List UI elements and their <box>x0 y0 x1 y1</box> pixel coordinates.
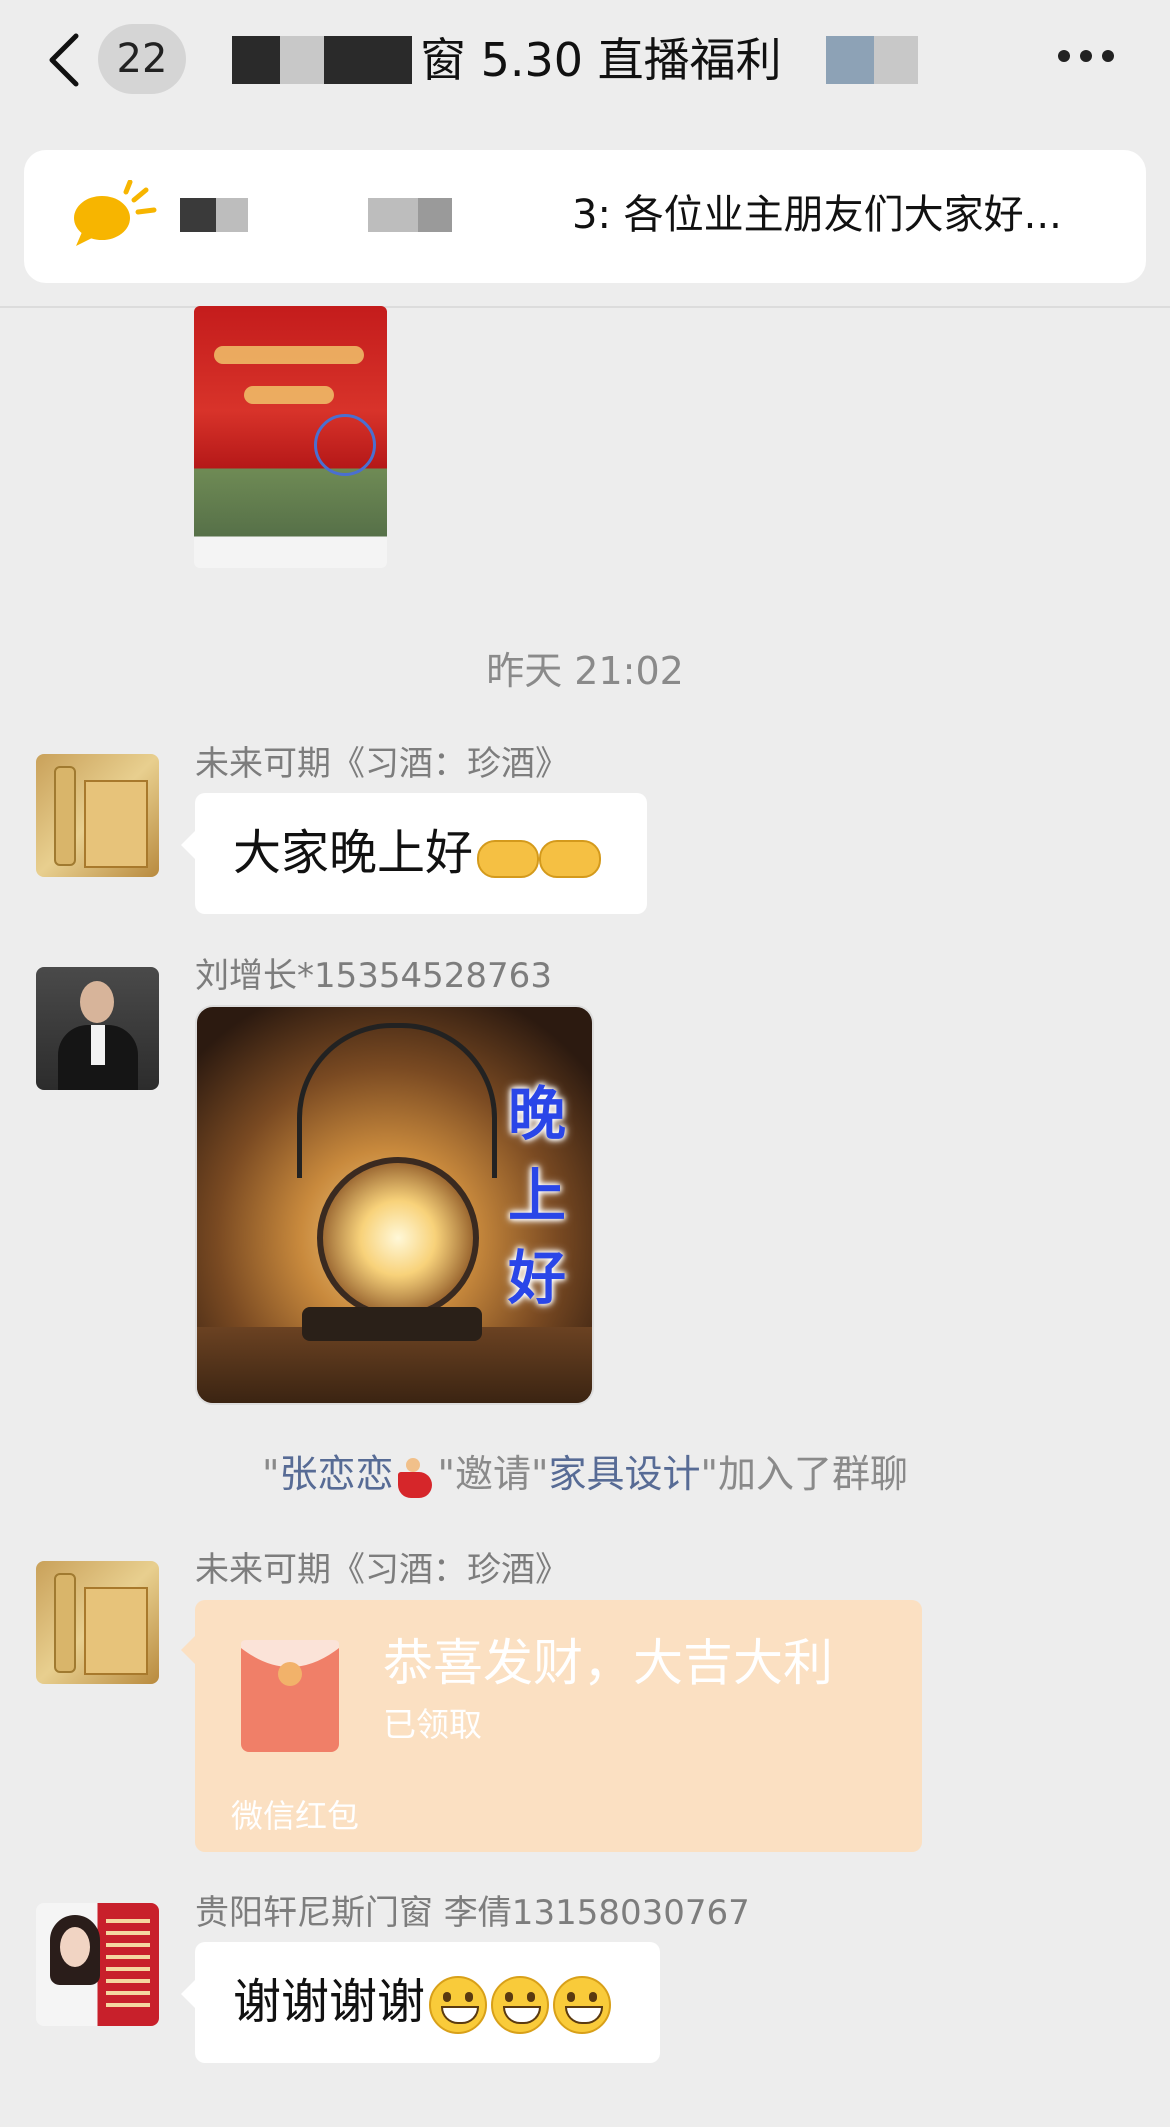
lantern-sticker[interactable]: 晚 上 好 <box>195 1005 594 1405</box>
redacted-block <box>324 36 412 84</box>
avatar[interactable] <box>36 967 159 1090</box>
divider <box>0 306 1170 308</box>
sender-name: 刘增长*15354528763 <box>195 956 552 996</box>
next-sender-name-cutoff <box>195 2102 395 2127</box>
red-packet-label: 微信红包 <box>231 1797 360 1835</box>
grinning-emoji-icon <box>553 1976 612 2034</box>
system-text: "邀请" <box>437 1452 549 1496</box>
avatar[interactable] <box>36 1903 159 2026</box>
redacted-block <box>216 198 248 232</box>
message-timestamp: 昨天 21:02 <box>486 649 684 693</box>
inviter-link[interactable]: 张恋恋 <box>280 1452 394 1496</box>
chevron-left-icon[interactable] <box>42 30 86 90</box>
ellipsis-icon[interactable] <box>1058 50 1114 64</box>
sender-name: 贵阳轩尼斯门窗 李倩13158030767 <box>195 1893 750 1933</box>
sticker-text: 晚 <box>507 1080 566 1148</box>
avatar[interactable] <box>36 754 159 877</box>
group-announcement-bar[interactable]: 3: 各位业主朋友们大家好... <box>24 150 1146 283</box>
handshake-emoji-icon <box>539 834 602 878</box>
redacted-block <box>232 36 280 84</box>
red-envelope-icon <box>241 1640 339 1752</box>
dancer-emoji-icon <box>394 1454 438 1500</box>
red-packet-card[interactable]: 恭喜发财，大吉大利 已领取 微信红包 <box>181 1600 922 1852</box>
redacted-block <box>368 198 418 232</box>
redacted-block <box>280 36 324 84</box>
speech-bubble-announcement-icon <box>74 180 157 246</box>
sticker-text: 好 <box>507 1244 566 1312</box>
message-text: 大家晚上好 <box>233 825 474 881</box>
unread-count-badge[interactable]: 22 <box>98 24 186 94</box>
redacted-block <box>874 36 918 84</box>
sender-name: 未来可期《习酒：珍酒》 <box>195 744 569 784</box>
chat-title: 窗 5.30 直播福利 <box>420 33 782 87</box>
redacted-block <box>418 198 452 232</box>
sticker-text: 上 <box>507 1162 566 1230</box>
shared-poster-image[interactable] <box>194 306 387 568</box>
red-packet-title: 恭喜发财，大吉大利 <box>383 1634 833 1692</box>
redacted-block <box>180 198 216 232</box>
grinning-emoji-icon <box>491 1976 550 2034</box>
system-text: "加入了群聊 <box>700 1452 908 1496</box>
system-text: " <box>262 1452 280 1496</box>
redacted-block <box>826 36 874 84</box>
text-message-bubble[interactable]: 大家晚上好 <box>181 793 647 914</box>
red-packet-status: 已领取 <box>383 1705 482 1744</box>
system-message: "张恋恋 "邀请"家具设计"加入了群聊 <box>0 1448 1170 1500</box>
handshake-emoji-icon <box>477 834 540 878</box>
sender-name: 未来可期《习酒：珍酒》 <box>195 1550 569 1590</box>
avatar[interactable] <box>36 1561 159 1684</box>
text-message-bubble[interactable]: 谢谢谢谢 <box>181 1942 660 2063</box>
message-text: 谢谢谢谢 <box>233 1974 426 2030</box>
announcement-text: 3: 各位业主朋友们大家好... <box>572 192 1062 238</box>
invitee-link[interactable]: 家具设计 <box>548 1452 700 1496</box>
grinning-emoji-icon <box>429 1976 488 2034</box>
